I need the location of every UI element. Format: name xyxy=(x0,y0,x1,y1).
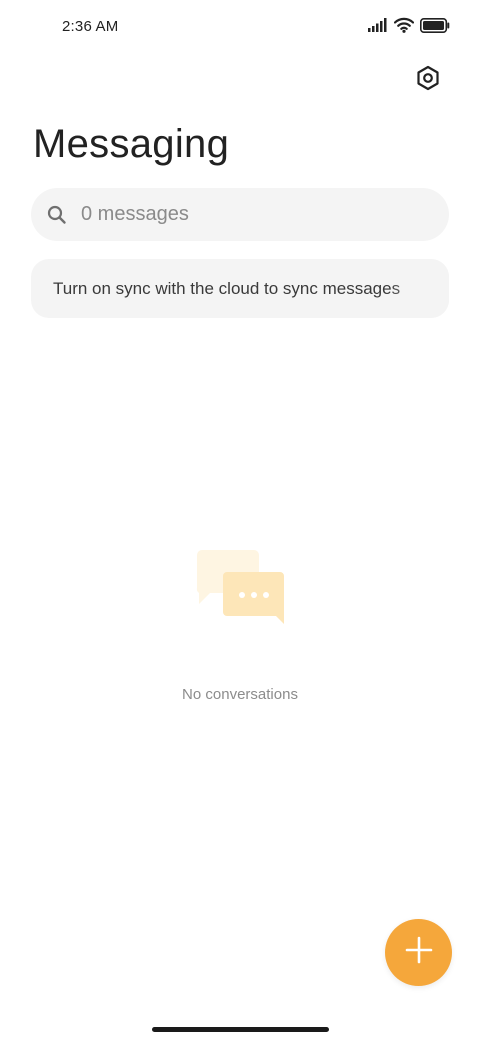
sync-banner[interactable]: Turn on sync with the cloud to sync mess… xyxy=(31,259,449,318)
search-bar[interactable] xyxy=(31,188,449,241)
battery-icon xyxy=(420,17,450,38)
status-time: 2:36 AM xyxy=(62,18,119,35)
home-indicator[interactable] xyxy=(152,1027,329,1032)
search-icon xyxy=(46,204,68,226)
page-title: Messaging xyxy=(33,122,230,166)
search-input[interactable] xyxy=(81,188,431,241)
settings-icon xyxy=(415,65,441,96)
signal-icon xyxy=(368,18,388,37)
status-bar: 2:36 AM xyxy=(0,0,480,56)
chat-bubbles-icon xyxy=(196,550,286,630)
plus-icon xyxy=(405,936,433,969)
status-icons xyxy=(368,17,450,38)
empty-state-text: No conversations xyxy=(182,686,298,703)
settings-button[interactable] xyxy=(412,64,444,96)
sync-banner-text: Turn on sync with the cloud to sync mess… xyxy=(53,279,401,298)
new-conversation-button[interactable] xyxy=(385,919,452,986)
wifi-icon xyxy=(393,17,415,38)
sync-banner-fade xyxy=(389,259,449,318)
